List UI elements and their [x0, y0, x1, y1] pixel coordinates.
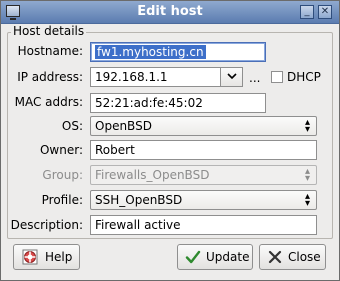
ip-address-label: IP address: [17, 70, 83, 84]
mac-address-label: MAC addrs: [14, 95, 83, 109]
updown-arrows-icon: ▴ ▾ [304, 166, 310, 184]
owner-label: Owner: [39, 143, 83, 157]
help-button-label: Help [45, 250, 73, 264]
ip-address-combo[interactable]: 192.168.1.1 [90, 67, 243, 87]
description-label: Description: [10, 218, 83, 232]
hostname-input[interactable]: fw1.myhosting.cn [90, 42, 266, 62]
close-button[interactable]: Close [259, 244, 326, 270]
dhcp-label: DHCP [287, 70, 321, 84]
os-select[interactable]: OpenBSD ▴ ▾ [90, 116, 317, 136]
update-button[interactable]: Update [177, 244, 253, 270]
help-lifebuoy-icon [22, 249, 38, 265]
title-bar[interactable]: Edit host _ ✕ [1, 1, 339, 24]
minimize-button[interactable]: _ [300, 5, 314, 19]
ip-more-button[interactable]: ... [249, 71, 260, 85]
close-x-icon [268, 250, 282, 264]
close-window-button[interactable]: ✕ [318, 5, 332, 19]
dhcp-checkbox[interactable] [271, 71, 283, 83]
hostname-value: fw1.myhosting.cn [95, 45, 206, 59]
close-button-label: Close [288, 250, 321, 264]
update-button-label: Update [206, 250, 250, 264]
window-title: Edit host [137, 4, 203, 19]
edit-host-dialog: Edit host _ ✕ Host details Hostname: fw1… [0, 0, 340, 281]
help-button[interactable]: Help [13, 244, 80, 270]
updown-arrows-icon: ▴ ▾ [304, 117, 310, 135]
owner-value: Robert [95, 143, 135, 157]
mac-address-input[interactable]: 52:21:ad:fe:45:02 [90, 93, 266, 113]
group-title: Host details [11, 24, 87, 38]
os-label: OS: [61, 119, 83, 133]
profile-value: SSH_OpenBSD [95, 193, 183, 207]
mac-address-value: 52:21:ad:fe:45:02 [95, 96, 203, 110]
checkmark-icon [185, 250, 201, 264]
group-value: Firewalls_OpenBSD [95, 168, 210, 182]
chevron-down-icon[interactable] [220, 68, 242, 86]
group-label: Group: [42, 168, 83, 182]
profile-select[interactable]: SSH_OpenBSD ▴ ▾ [90, 190, 317, 210]
os-value: OpenBSD [95, 119, 152, 133]
ip-address-value: 192.168.1.1 [95, 70, 168, 84]
owner-input[interactable]: Robert [90, 140, 317, 160]
hostname-label: Hostname: [17, 44, 83, 58]
group-select: Firewalls_OpenBSD ▴ ▾ [90, 165, 317, 185]
profile-label: Profile: [41, 193, 83, 207]
description-value: Firewall active [95, 218, 181, 232]
description-input[interactable]: Firewall active [90, 215, 317, 235]
updown-arrows-icon: ▴ ▾ [304, 191, 310, 209]
